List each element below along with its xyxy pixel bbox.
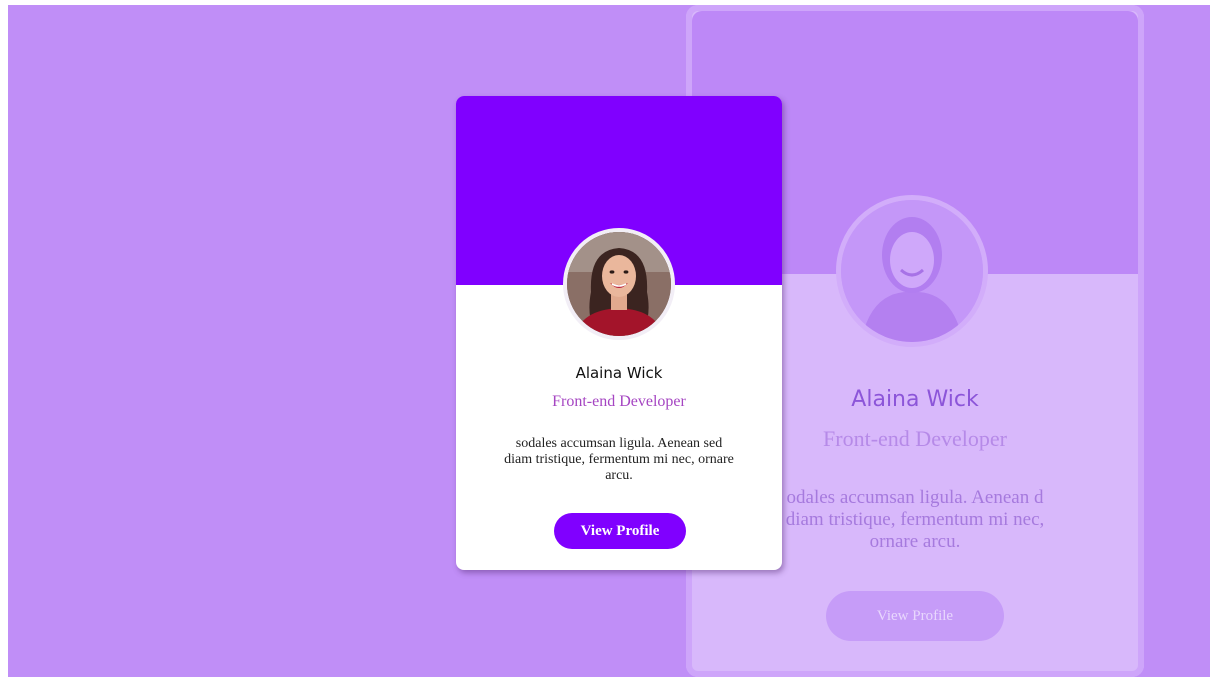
avatar-photo-icon [567,232,671,336]
page-background: Alaina Wick Front-end Developer odales a… [8,5,1210,677]
profile-name: Alaina Wick [575,364,663,382]
profile-card: Alaina Wick Front-end Developer sodales … [456,96,782,570]
profile-description: sodales accumsan ligula. Aenean sed diam… [504,436,734,483]
view-profile-button[interactable]: View Profile [554,513,686,549]
ghost-avatar-icon [841,200,983,342]
ghost-description: odales accumsan ligula. Aenean d diam tr… [785,487,1045,552]
ghost-avatar [836,195,988,347]
profile-role: Front-end Developer [552,393,686,410]
ghost-view-profile-button: View Profile [826,591,1004,641]
avatar [563,228,675,340]
